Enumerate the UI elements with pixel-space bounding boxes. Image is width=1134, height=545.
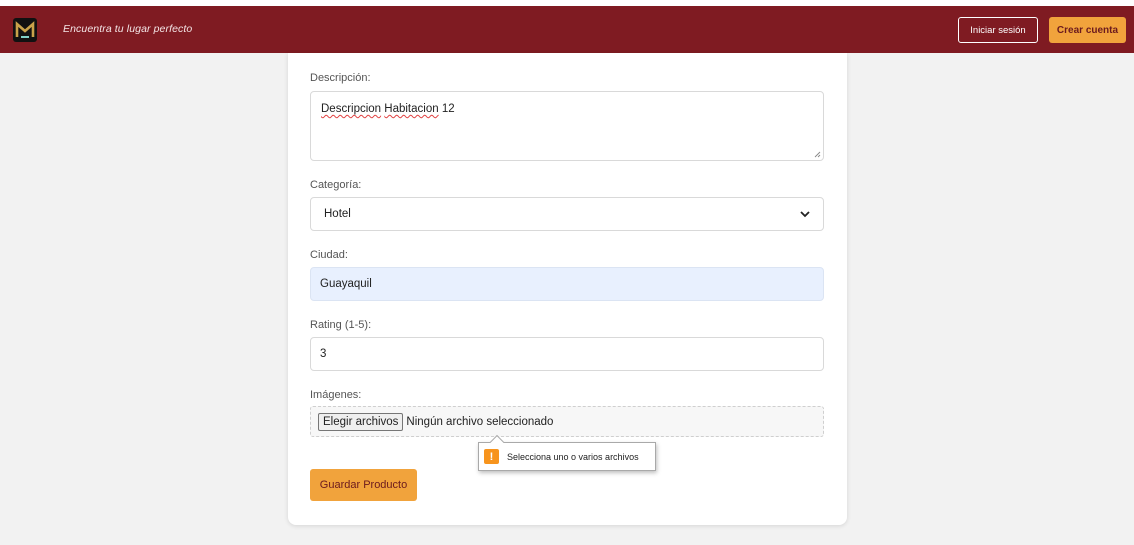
create-account-button[interactable]: Crear cuenta xyxy=(1049,17,1126,43)
category-select[interactable]: Hotel xyxy=(310,197,824,231)
description-textarea[interactable]: Descripcion Habitacion 12 xyxy=(310,91,824,161)
images-label: Imágenes: xyxy=(310,389,362,401)
rating-value: 3 xyxy=(320,348,327,360)
validation-tooltip: ! Selecciona uno o varios archivos xyxy=(478,442,656,471)
choose-files-button[interactable]: Elegir archivos xyxy=(318,412,404,431)
login-button[interactable]: Iniciar sesión xyxy=(958,17,1038,43)
file-status-text: Ningún archivo seleccionado xyxy=(406,415,554,428)
description-value-rest: 12 xyxy=(438,103,455,115)
brand-logo-icon[interactable] xyxy=(13,18,37,42)
city-label: Ciudad: xyxy=(310,249,348,261)
rating-label: Rating (1-5): xyxy=(310,319,372,331)
category-selected-value: Hotel xyxy=(324,208,351,220)
resize-grip-icon[interactable] xyxy=(814,151,821,158)
rating-input[interactable]: 3 xyxy=(310,337,824,371)
navbar: Encuentra tu lugar perfecto Iniciar sesi… xyxy=(0,6,1134,53)
brand-tagline: Encuentra tu lugar perfecto xyxy=(63,23,193,35)
product-form-card: Descripción: Descripcion Habitacion 12 C… xyxy=(288,53,847,525)
city-value: Guayaquil xyxy=(320,278,372,290)
save-product-button[interactable]: Guardar Producto xyxy=(310,469,417,501)
validation-message: Selecciona uno o varios archivos xyxy=(507,451,639,462)
images-file-input[interactable]: Elegir archivos Ningún archivo seleccion… xyxy=(310,406,824,437)
city-input[interactable]: Guayaquil xyxy=(310,267,824,301)
description-label: Descripción: xyxy=(310,72,371,84)
description-word-misspelled: Habitacion xyxy=(384,103,439,115)
description-word-misspelled: Descripcion xyxy=(321,103,382,115)
chevron-down-icon xyxy=(800,210,810,217)
category-label: Categoría: xyxy=(310,179,362,191)
warning-icon: ! xyxy=(484,449,499,464)
